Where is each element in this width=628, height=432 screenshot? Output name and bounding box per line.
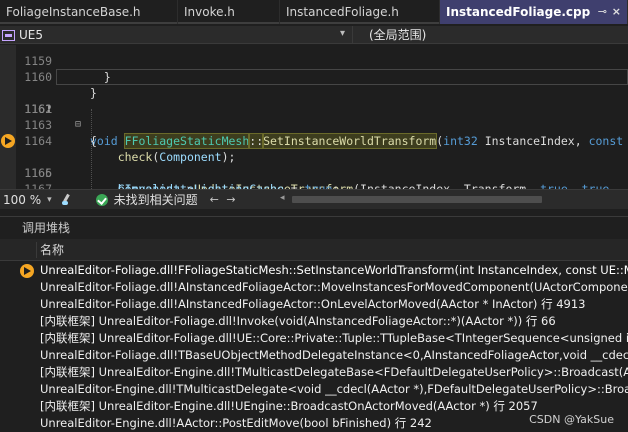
check-circle-icon (95, 193, 108, 206)
frame-text: UnrealEditor-Foliage.dll!AInstancedFolia… (40, 297, 586, 311)
callstack-frame[interactable]: UnrealEditor-Foliage.dll!AInstancedFolia… (0, 279, 628, 296)
horizontal-scrollbar[interactable]: ◂ (280, 193, 628, 204)
frame-text: [内联框架] UnrealEditor-Engine.dll!TMulticas… (40, 365, 628, 379)
project-label: UE5 (19, 28, 43, 42)
frame-text: UnrealEditor-Engine.dll!AActor::PostEdit… (40, 416, 432, 430)
frame-text: [内联框架] UnrealEditor-Engine.dll!UEngine::… (40, 399, 538, 413)
frame-text: [内联框架] UnrealEditor-Foliage.dll!Invoke(v… (40, 314, 556, 328)
callstack-frame-current[interactable]: UnrealEditor-Foliage.dll!FFoliageStaticM… (0, 262, 628, 279)
callstack-frame[interactable]: UnrealEditor-Engine.dll!TMulticastDelega… (0, 381, 628, 398)
callstack-frame[interactable]: UnrealEditor-Foliage.dll!AInstancedFolia… (0, 296, 628, 313)
frame-text: UnrealEditor-Foliage.dll!FFoliageStaticM… (40, 263, 628, 277)
column-name-header[interactable]: 名称 (40, 239, 64, 261)
callstack-frame[interactable]: [内联框架] UnrealEditor-Engine.dll!TMulticas… (0, 364, 628, 381)
editor-status-strip: 100 % ▾ 未找到相关问题 ← → ◂ (0, 189, 628, 209)
code-line-exec: 1165 Component->UpdateInstanceTransform(… (0, 133, 628, 189)
frame-text: [内联框架] UnrealEditor-Foliage.dll!UE::Core… (40, 331, 628, 345)
callstack-frame[interactable]: [内联框架] UnrealEditor-Foliage.dll!Invoke(v… (0, 313, 628, 330)
tab-instancedfoliage-h[interactable]: InstancedFoliage.h (280, 0, 440, 24)
code-cleanup-icon[interactable] (60, 194, 72, 206)
code-line: 1166 bInvalidateLightingCache = true; (0, 149, 628, 189)
issue-navigation-arrows[interactable]: ← → (210, 193, 238, 206)
current-line-highlight (56, 69, 628, 85)
tab-label: Invoke.h (184, 5, 235, 19)
pin-icon[interactable]: ⊸ (598, 0, 607, 24)
callstack-frame[interactable]: UnrealEditor-Foliage.dll!TBaseUObjectMet… (0, 347, 628, 364)
callstack-panel-title: 调用堆栈 (0, 217, 628, 239)
callstack-column-header: 名称 (0, 239, 628, 261)
issues-status[interactable]: 未找到相关问题 (114, 191, 198, 208)
code-line: 1168 (0, 181, 628, 189)
tab-label: FoliageInstanceBase.h (6, 5, 141, 19)
column-separator[interactable] (36, 242, 37, 258)
scope-label: (全局范围) (369, 28, 427, 42)
instruction-pointer-icon[interactable] (1, 134, 15, 148)
tab-label: InstancedFoliage.cpp (446, 5, 591, 19)
tab-instancedfoliage-cpp[interactable]: InstancedFoliage.cpp ⊸ × (440, 0, 628, 24)
watermark: CSDN @YakSue (529, 413, 614, 426)
code-line: 1162 ⊟ void FFoliageStaticMesh::SetInsta… (0, 85, 628, 149)
callstack-frame[interactable]: [内联框架] UnrealEditor-Foliage.dll!UE::Core… (0, 330, 628, 347)
scrollbar-thumb[interactable] (292, 196, 542, 203)
frame-text: UnrealEditor-Engine.dll!TMulticastDelega… (40, 382, 628, 396)
scroll-left-icon[interactable]: ◂ (280, 193, 285, 203)
panel-splitter[interactable] (0, 209, 628, 217)
project-icon (2, 29, 15, 41)
tab-foliageinstancebase-h[interactable]: FoliageInstanceBase.h (0, 0, 178, 24)
code-editor[interactable]: 1159 } 1160 } 1161 1162 ⊟ void FFoliageS… (0, 45, 628, 189)
tab-invoke-h[interactable]: Invoke.h (178, 0, 280, 24)
close-icon[interactable]: × (612, 0, 621, 24)
chevron-down-icon[interactable]: ▾ (47, 195, 52, 205)
tab-label: InstancedFoliage.h (286, 5, 399, 19)
project-dropdown[interactable]: UE5 (2, 27, 43, 43)
code-line: 1163 { (0, 101, 628, 148)
code-line: 1164 check(Component); (0, 117, 628, 164)
navigation-bar: UE5 ▾ (全局范围) (0, 26, 628, 44)
code-line: 1160 } (0, 53, 628, 100)
chevron-down-icon[interactable]: ▾ (340, 28, 345, 39)
frame-text: UnrealEditor-Foliage.dll!AInstancedFolia… (40, 280, 628, 294)
code-line: 1159 } (0, 45, 628, 84)
callstack-list: UnrealEditor-Foliage.dll!FFoliageStaticM… (0, 262, 628, 432)
zoom-level[interactable]: 100 % (3, 193, 41, 207)
code-line: 1167 } (0, 165, 628, 189)
scope-dropdown[interactable]: (全局范围) (352, 26, 628, 44)
frame-text: UnrealEditor-Foliage.dll!TBaseUObjectMet… (40, 348, 628, 362)
current-frame-arrow-icon (20, 264, 34, 278)
document-tab-bar: FoliageInstanceBase.h Invoke.h Instanced… (0, 0, 628, 24)
code-line-current: 1161 (0, 69, 628, 116)
